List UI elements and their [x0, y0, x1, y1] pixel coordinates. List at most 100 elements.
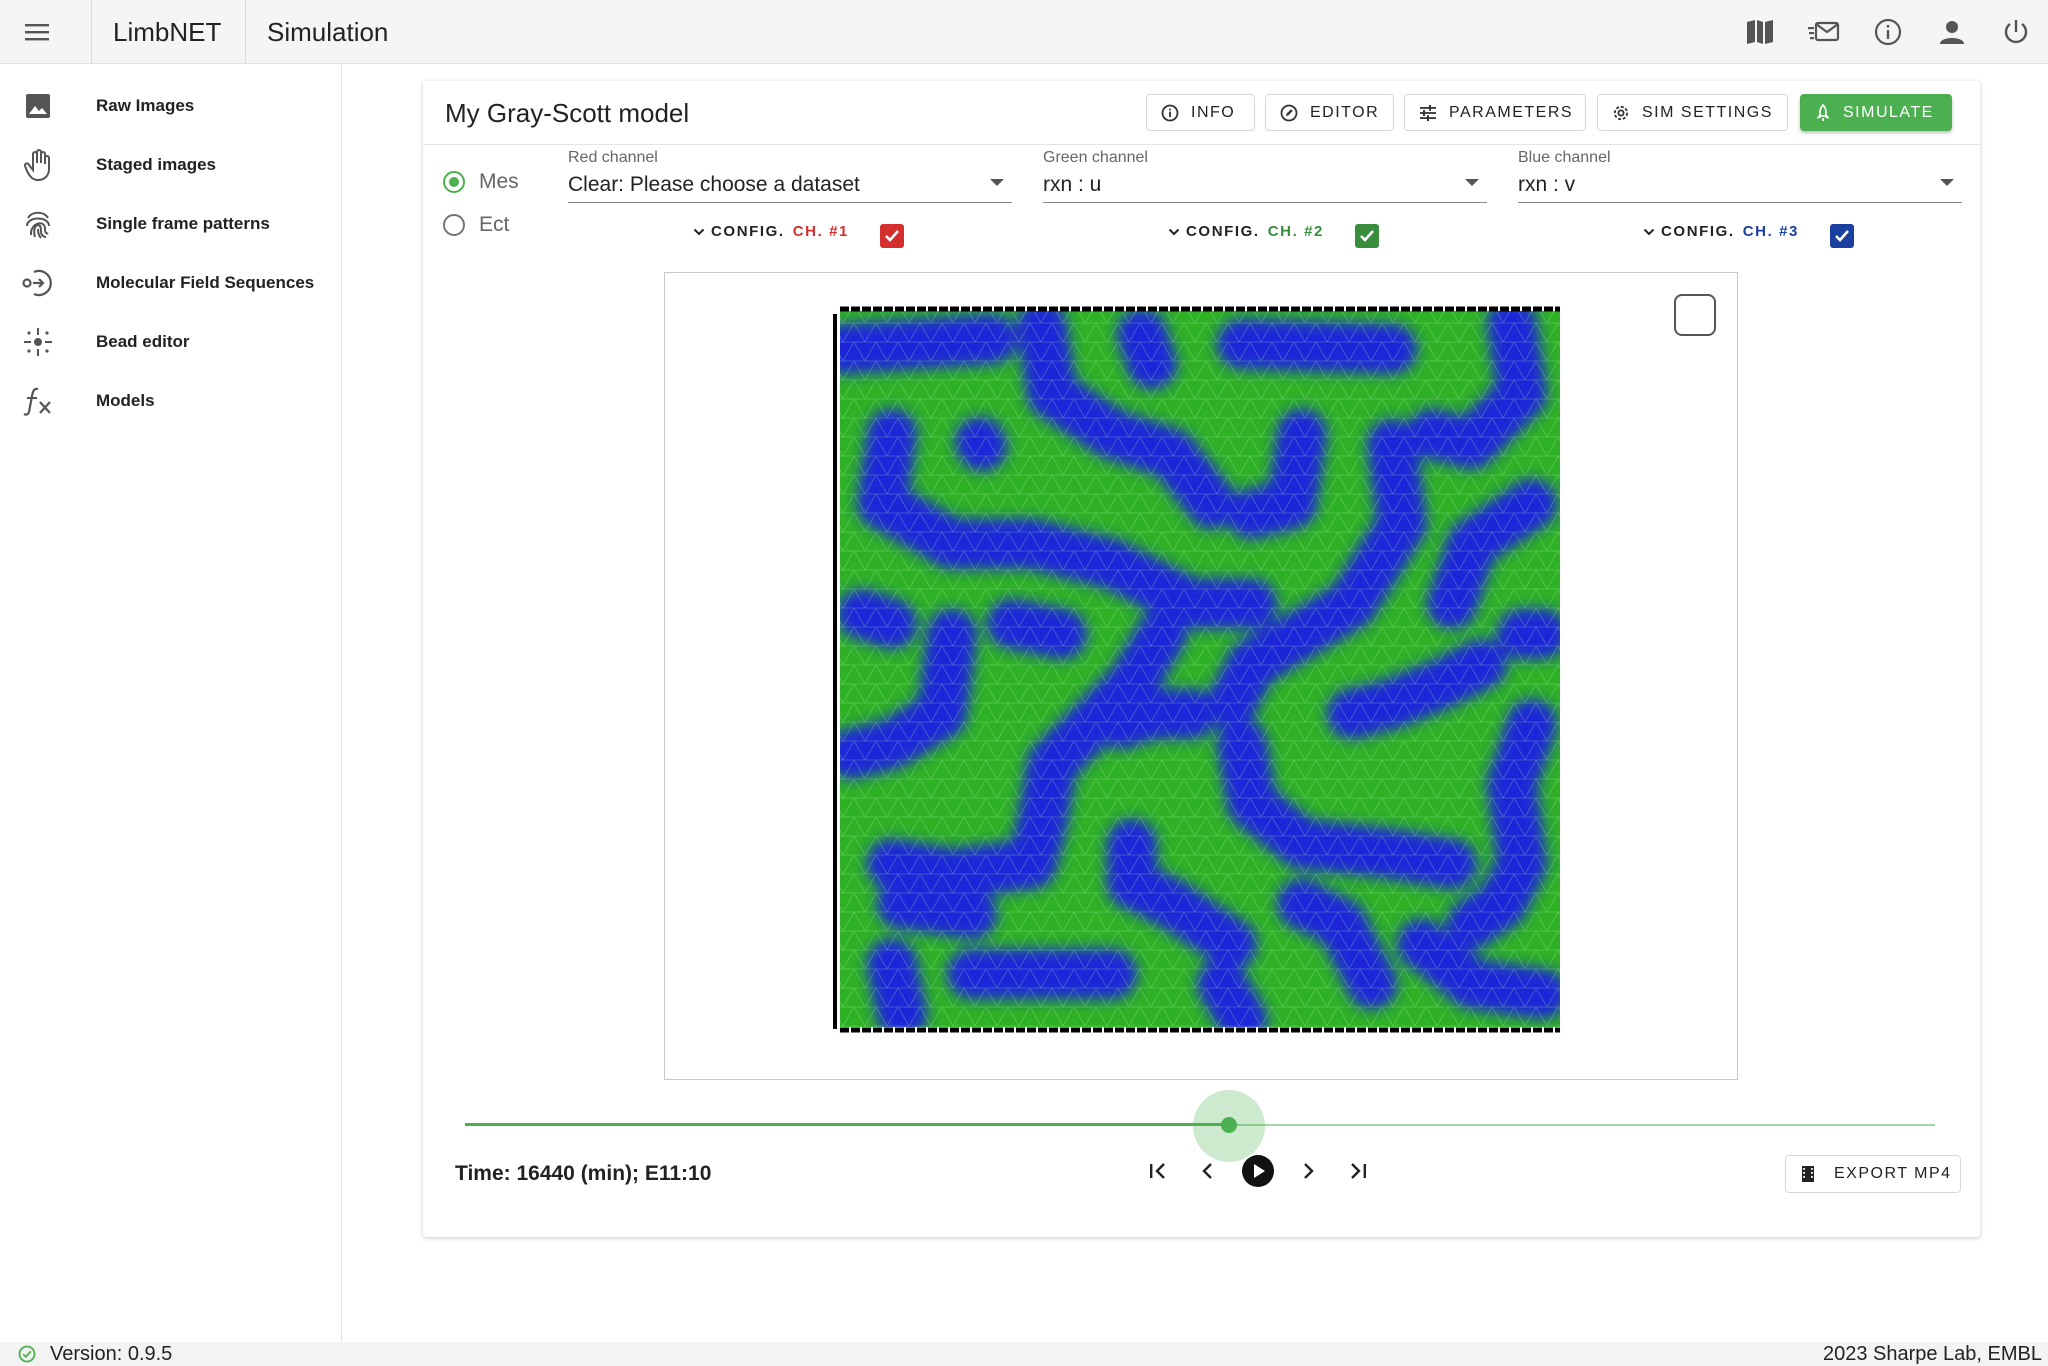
- check-icon: [1835, 230, 1849, 242]
- power-icon[interactable]: [1984, 0, 2048, 64]
- export-mp4-label: EXPORT MP4: [1834, 1165, 1952, 1182]
- slider-thumb[interactable]: [1221, 1117, 1237, 1133]
- config-label: CONFIG.: [711, 223, 785, 240]
- skip-first-icon: [1150, 1163, 1165, 1179]
- version-status: Version: 0.9.5: [18, 1342, 172, 1366]
- timeline-slider[interactable]: [465, 1090, 1935, 1162]
- config-ch1-toggle[interactable]: CONFIG. CH. #1: [693, 223, 849, 240]
- blue-channel-value: rxn : v: [1518, 173, 1576, 196]
- model-title: My Gray-Scott model: [445, 98, 690, 128]
- divider: [245, 0, 246, 64]
- edit-icon: [1280, 104, 1298, 121]
- sidebar-item-label: Bead editor: [96, 331, 190, 351]
- overlay-checkbox[interactable]: [1674, 294, 1716, 336]
- info-button-label: INFO: [1191, 103, 1236, 121]
- play-button[interactable]: [1233, 1149, 1283, 1193]
- app-bar: LimbNET Simulation: [0, 0, 2048, 64]
- menu-icon[interactable]: [18, 14, 56, 50]
- green-channel-select[interactable]: rxn : u: [1043, 169, 1487, 203]
- sidebar-item-raw-images[interactable]: Raw Images: [0, 76, 341, 135]
- info-button[interactable]: INFO: [1146, 94, 1255, 131]
- playback-controls: [1133, 1149, 1383, 1193]
- previous-frame-button[interactable]: [1183, 1149, 1233, 1193]
- mail-list-icon[interactable]: [1792, 0, 1856, 64]
- sidebar-item-molecular-field-sequences[interactable]: Molecular Field Sequences: [0, 253, 341, 312]
- tune-icon: [1420, 104, 1436, 121]
- play-icon: [1242, 1155, 1274, 1187]
- dropdown-arrow-icon: [990, 179, 1004, 186]
- parameters-button[interactable]: PARAMETERS: [1404, 94, 1586, 131]
- sim-settings-button-label: SIM SETTINGS: [1642, 103, 1773, 121]
- blue-channel-field: Blue channel rxn : v: [1518, 149, 1962, 205]
- simulation-card: My Gray-Scott model INFO EDITOR PARAMETE…: [423, 81, 1980, 1237]
- red-channel-value: Clear: Please choose a dataset: [568, 173, 860, 196]
- gear-icon: [1613, 105, 1629, 120]
- ch2-checkbox[interactable]: [1355, 224, 1379, 248]
- slider-fill: [465, 1123, 1229, 1126]
- book-map-icon[interactable]: [1728, 0, 1792, 64]
- simulation-viewer: [664, 272, 1738, 1080]
- chevron-down-icon: [1643, 228, 1655, 235]
- hand-icon: [22, 148, 54, 181]
- simulation-canvas[interactable]: [832, 304, 1560, 1034]
- function-icon: [22, 385, 54, 417]
- export-mp4-button[interactable]: EXPORT MP4: [1785, 1155, 1961, 1193]
- blue-channel-select[interactable]: rxn : v: [1518, 169, 1962, 203]
- parameters-button-label: PARAMETERS: [1449, 103, 1574, 121]
- sidebar-item-label: Molecular Field Sequences: [96, 272, 315, 292]
- rocket-icon: [1816, 103, 1830, 121]
- green-channel-label: Green channel: [1043, 149, 1148, 166]
- time-readout: Time: 16440 (min); E11:10: [455, 1162, 712, 1185]
- pattern-layer: [840, 311, 1560, 1027]
- sidebar-item-label: Raw Images: [96, 95, 195, 115]
- dropdown-arrow-icon: [1940, 179, 1954, 186]
- sidebar-item-label: Single frame patterns: [96, 213, 270, 233]
- check-circle-icon: [18, 1345, 36, 1363]
- config-ch-label: CH. #3: [1742, 223, 1799, 240]
- red-channel-label: Red channel: [568, 149, 658, 166]
- sidebar-item-bead-editor[interactable]: Bead editor: [0, 312, 341, 371]
- config-ch-label: CH. #2: [1267, 223, 1324, 240]
- page-title: Simulation: [267, 17, 389, 47]
- radio-circle: [443, 214, 465, 236]
- chevron-down-icon: [693, 228, 705, 235]
- last-frame-button[interactable]: [1333, 1149, 1383, 1193]
- account-icon[interactable]: [1920, 0, 1984, 64]
- fingerprint-icon: [22, 208, 54, 240]
- chevron-left-icon: [1202, 1163, 1212, 1179]
- card-header: My Gray-Scott model INFO EDITOR PARAMETE…: [423, 81, 1980, 145]
- first-frame-button[interactable]: [1133, 1149, 1183, 1193]
- bead-icon: [22, 326, 54, 358]
- editor-button[interactable]: EDITOR: [1265, 94, 1394, 131]
- editor-button-label: EDITOR: [1310, 103, 1380, 121]
- sidebar-item-staged-images[interactable]: Staged images: [0, 135, 341, 194]
- radio-ect[interactable]: Ect: [443, 213, 509, 237]
- blue-channel-label: Blue channel: [1518, 149, 1611, 166]
- sidebar-item-models[interactable]: Models: [0, 371, 341, 430]
- sim-settings-button[interactable]: SIM SETTINGS: [1597, 94, 1788, 131]
- status-bar: Version: 0.9.5 2023 Sharpe Lab, EMBL: [0, 1342, 2048, 1366]
- check-icon: [885, 230, 899, 242]
- config-ch3-toggle[interactable]: CONFIG. CH. #3: [1643, 223, 1799, 240]
- info-icon[interactable]: [1856, 0, 1920, 64]
- radio-label: Ect: [479, 213, 510, 236]
- sequence-icon: [22, 267, 54, 299]
- simulate-button-label: SIMULATE: [1843, 103, 1934, 121]
- skip-last-icon: [1351, 1163, 1366, 1179]
- red-channel-select[interactable]: Clear: Please choose a dataset: [568, 169, 1012, 203]
- top-actions: [1728, 0, 2048, 64]
- simulate-button[interactable]: SIMULATE: [1800, 94, 1952, 131]
- credit-text: 2023 Sharpe Lab, EMBL: [1822, 1343, 2042, 1365]
- radio-mes[interactable]: Mes: [443, 170, 519, 194]
- sidebar-item-label: Staged images: [96, 154, 216, 174]
- ch3-checkbox[interactable]: [1830, 224, 1854, 248]
- green-channel-field: Green channel rxn : u: [1043, 149, 1487, 205]
- radio-label: Mes: [479, 170, 519, 193]
- check-icon: [1360, 230, 1374, 242]
- ch1-checkbox[interactable]: [880, 224, 904, 248]
- config-ch2-toggle[interactable]: CONFIG. CH. #2: [1168, 223, 1324, 240]
- next-frame-button[interactable]: [1283, 1149, 1333, 1193]
- app-title: LimbNET: [113, 17, 222, 47]
- sidebar-item-single-frame-patterns[interactable]: Single frame patterns: [0, 194, 341, 253]
- chevron-down-icon: [1168, 228, 1180, 235]
